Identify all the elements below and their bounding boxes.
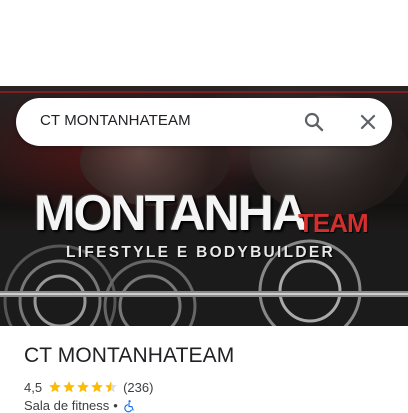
search-bar[interactable]: CT MONTANHATEAM bbox=[16, 98, 392, 146]
search-icon[interactable] bbox=[302, 110, 326, 134]
category-row: Sala de fitness • bbox=[24, 398, 136, 413]
place-title: CT MONTANHATEAM bbox=[24, 344, 235, 367]
separator: • bbox=[113, 398, 118, 413]
gym-logo: MONTANHA TEAM LIFESTYLE E BODYBUILDER bbox=[0, 186, 408, 276]
review-count[interactable]: (236) bbox=[123, 380, 153, 395]
star-icon bbox=[63, 381, 75, 393]
rating-row[interactable]: 4,5 (236) bbox=[24, 378, 153, 396]
rating-value: 4,5 bbox=[24, 379, 43, 395]
star-icon bbox=[105, 381, 117, 393]
star-icon bbox=[77, 381, 89, 393]
wheelchair-icon bbox=[124, 399, 134, 412]
logo-main-text: MONTANHA bbox=[34, 185, 308, 241]
star-rating bbox=[48, 380, 118, 394]
star-icon bbox=[91, 381, 103, 393]
search-input[interactable]: CT MONTANHATEAM bbox=[40, 112, 191, 129]
star-icon bbox=[49, 381, 61, 393]
photo-stripe bbox=[0, 91, 408, 93]
close-icon[interactable] bbox=[356, 110, 380, 134]
logo-team-text: TEAM bbox=[298, 208, 369, 238]
place-category: Sala de fitness bbox=[24, 398, 110, 413]
logo-subtitle: LIFESTYLE E BODYBUILDER bbox=[66, 244, 336, 261]
